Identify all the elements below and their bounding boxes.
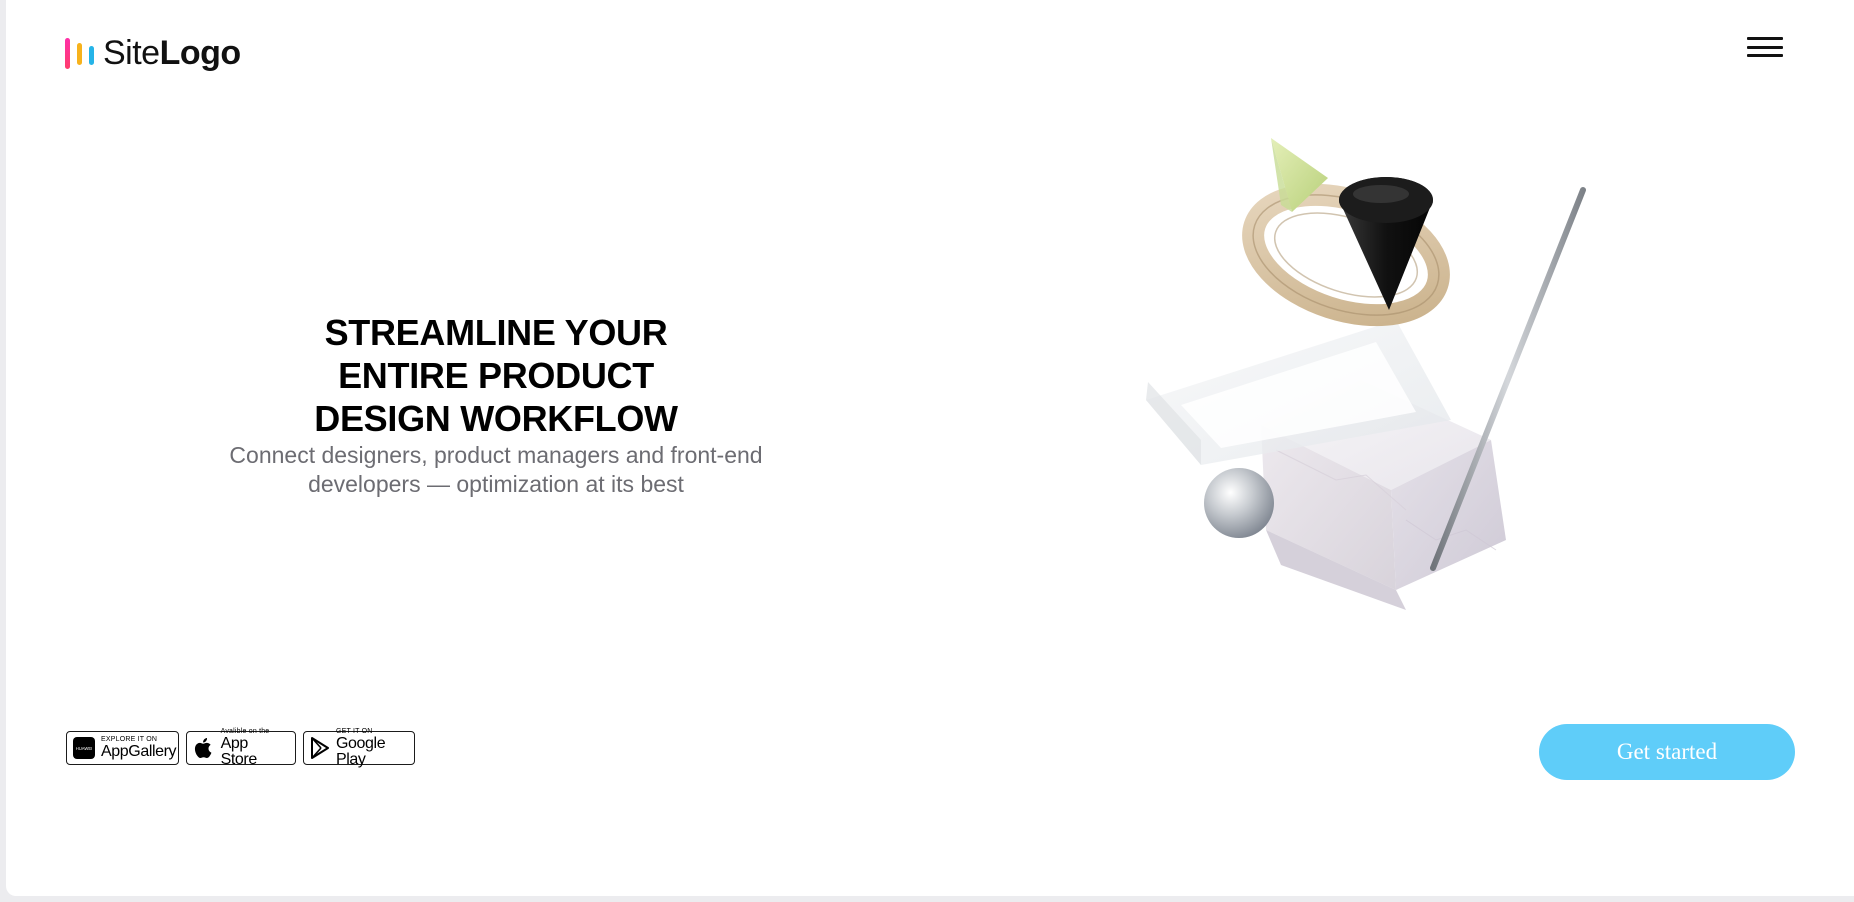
hero-subtitle: Connect designers, product managers and … [206,441,786,499]
logo-mark-icon [65,38,94,69]
site-logo[interactable]: SiteLogo [65,34,241,73]
apple-icon [193,737,215,759]
hero-title-line: ENTIRE PRODUCT [338,355,654,396]
huawei-icon: HUAWEI [73,737,95,759]
hero-title-line: STREAMLINE YOUR [324,312,668,353]
app-store-badge[interactable]: Avalible on the App Store [186,728,296,768]
google-play-badge[interactable]: GET IT ON Google Play [303,728,415,768]
hero-title-line: DESIGN WORKFLOW [314,398,678,439]
hero-subtitle-line: developers — optimization at its best [308,471,684,497]
hero-subtitle-line: Connect designers, product managers and … [229,442,763,468]
badge-store-name: App Store [220,735,258,768]
store-badges: HUAWEI EXPLORE IT ON AppGallery Avalible… [66,728,415,768]
badge-caption: Avalible on the [220,728,270,735]
badge-store-name: AppGallery [101,743,177,760]
badge-store-name: Google Play [336,735,386,768]
badge-caption: EXPLORE IT ON [101,736,158,743]
svg-text:HUAWEI: HUAWEI [76,746,93,751]
hamburger-menu-icon[interactable] [1747,32,1783,62]
page: SiteLogo STREAMLINE YOUR ENTIRE PRODUCT … [6,0,1854,896]
logo-text: SiteLogo [103,34,241,72]
badge-caption: GET IT ON [336,728,373,735]
get-started-button[interactable]: Get started [1539,724,1795,780]
google-play-icon [310,737,330,759]
hero-illustration [1146,138,1586,610]
hero-title: STREAMLINE YOUR ENTIRE PRODUCT DESIGN WO… [206,311,786,440]
appgallery-badge[interactable]: HUAWEI EXPLORE IT ON AppGallery [66,731,179,765]
